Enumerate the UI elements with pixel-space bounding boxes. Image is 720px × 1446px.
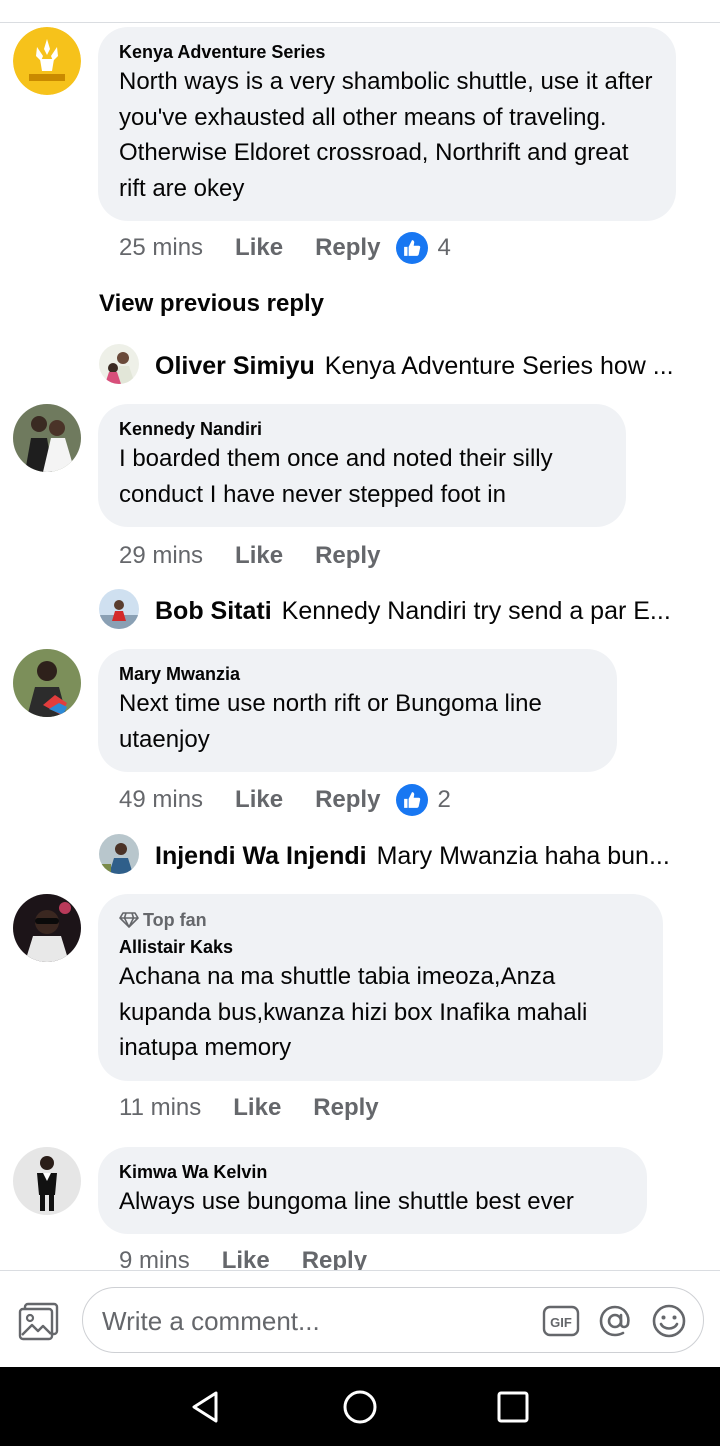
emoji-icon[interactable] bbox=[650, 1302, 688, 1340]
reply-button[interactable]: Reply bbox=[315, 786, 380, 814]
comment-bubble[interactable]: Kennedy Nandiri I boarded them once and … bbox=[98, 404, 626, 527]
comment-text: Achana na ma shuttle tabia imeoza,Anza k… bbox=[119, 963, 588, 1061]
top-fan-label: Top fan bbox=[143, 910, 207, 930]
comment-text: Next time use north rift or Bungoma line… bbox=[119, 690, 542, 753]
avatar-bob-sitati[interactable] bbox=[99, 589, 139, 629]
reaction-count: 4 bbox=[437, 234, 451, 261]
avatar-allistair-kaks[interactable] bbox=[13, 894, 81, 962]
photo-icon[interactable] bbox=[18, 1301, 62, 1341]
avatar-kimwa-wa-kelvin[interactable] bbox=[13, 1147, 81, 1215]
comment-bubble[interactable]: Top fan Allistair Kaks Achana na ma shut… bbox=[98, 894, 663, 1081]
system-navigation-bar bbox=[0, 1367, 720, 1446]
reply-text: Kenya Adventure Series how ... bbox=[324, 352, 674, 380]
reaction-summary[interactable]: 2 bbox=[396, 784, 451, 816]
mention-icon[interactable] bbox=[596, 1302, 634, 1340]
like-button[interactable]: Like bbox=[235, 542, 283, 570]
comment-text: I boarded them once and noted their sill… bbox=[119, 445, 553, 508]
comment-input[interactable] bbox=[100, 1288, 524, 1354]
comment-bubble[interactable]: Kenya Adventure Series North ways is a v… bbox=[98, 27, 676, 221]
reaction-summary[interactable]: 4 bbox=[396, 232, 451, 264]
home-icon[interactable] bbox=[340, 1387, 380, 1427]
comment-author[interactable]: Allistair Kaks bbox=[119, 936, 642, 958]
comment-text: North ways is a very shambolic shuttle, … bbox=[119, 68, 653, 202]
reaction-count: 2 bbox=[437, 786, 451, 813]
comment-author[interactable]: Kimwa Wa Kelvin bbox=[119, 1161, 626, 1183]
comment-time[interactable]: 11 mins bbox=[119, 1094, 201, 1122]
reply-preview[interactable]: Bob Sitati Kennedy Nandiri try send a par… bbox=[155, 595, 671, 627]
reply-button[interactable]: Reply bbox=[313, 1094, 378, 1122]
avatar-kenya-adventure-series[interactable] bbox=[13, 27, 81, 95]
reply-author[interactable]: Oliver Simiyu bbox=[155, 352, 315, 380]
comment-actions: 25 mins Like Reply 4 bbox=[119, 232, 451, 264]
comment-time[interactable]: 29 mins bbox=[119, 542, 203, 570]
back-icon[interactable] bbox=[186, 1387, 226, 1427]
reply-author[interactable]: Bob Sitati bbox=[155, 597, 272, 625]
comment-author[interactable]: Mary Mwanzia bbox=[119, 663, 596, 685]
comment-text: Always use bungoma line shuttle best eve… bbox=[119, 1188, 574, 1215]
like-button[interactable]: Like bbox=[235, 234, 283, 262]
reply-button[interactable]: Reply bbox=[315, 542, 380, 570]
comment-actions: 49 mins Like Reply 2 bbox=[119, 784, 451, 816]
comment-input-wrapper: GIF bbox=[82, 1287, 704, 1354]
reply-preview[interactable]: Injendi Wa Injendi Mary Mwanzia haha bun.… bbox=[155, 840, 670, 872]
avatar-oliver-simiyu[interactable] bbox=[99, 344, 139, 384]
comment-actions: 29 mins Like Reply bbox=[119, 540, 396, 572]
reply-preview[interactable]: Oliver Simiyu Kenya Adventure Series how … bbox=[155, 350, 674, 382]
avatar-mary-mwanzia[interactable] bbox=[13, 649, 81, 717]
avatar-kennedy-nandiri[interactable] bbox=[13, 404, 81, 472]
like-reaction-icon bbox=[396, 232, 429, 264]
reply-text: Kennedy Nandiri try send a par E... bbox=[281, 597, 671, 625]
view-previous-reply[interactable]: View previous reply bbox=[99, 288, 324, 320]
comment-author[interactable]: Kenya Adventure Series bbox=[119, 41, 655, 63]
reply-author[interactable]: Injendi Wa Injendi bbox=[155, 842, 367, 870]
avatar-injendi-wa-injendi[interactable] bbox=[99, 834, 139, 874]
gif-icon[interactable]: GIF bbox=[542, 1302, 580, 1340]
top-divider bbox=[0, 22, 720, 23]
top-fan-badge: Top fan bbox=[119, 909, 642, 931]
like-button[interactable]: Like bbox=[233, 1094, 281, 1122]
comment-bubble[interactable]: Mary Mwanzia Next time use north rift or… bbox=[98, 649, 617, 772]
comment-author[interactable]: Kennedy Nandiri bbox=[119, 418, 605, 440]
like-button[interactable]: Like bbox=[235, 786, 283, 814]
comment-bubble[interactable]: Kimwa Wa Kelvin Always use bungoma line … bbox=[98, 1147, 647, 1234]
svg-text:GIF: GIF bbox=[550, 1315, 572, 1330]
comment-composer-bar: GIF bbox=[0, 1270, 720, 1368]
comment-time[interactable]: 49 mins bbox=[119, 786, 203, 814]
comment-time[interactable]: 25 mins bbox=[119, 234, 203, 262]
reply-text: Mary Mwanzia haha bun... bbox=[376, 842, 670, 870]
reply-button[interactable]: Reply bbox=[315, 234, 380, 262]
comment-actions: 11 mins Like Reply bbox=[119, 1092, 395, 1124]
diamond-icon bbox=[119, 912, 139, 928]
recent-apps-icon[interactable] bbox=[493, 1387, 533, 1427]
like-reaction-icon bbox=[396, 784, 429, 816]
